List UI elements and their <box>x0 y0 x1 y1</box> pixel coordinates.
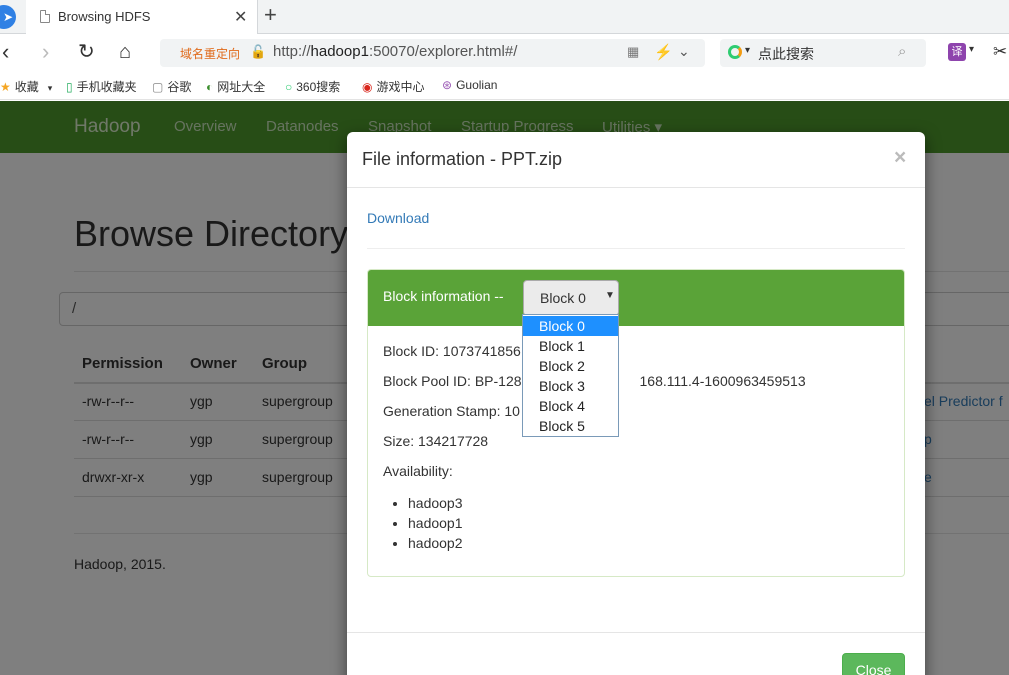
translate-icon[interactable]: 译 <box>948 43 966 61</box>
block-select[interactable]: Block 0 ▼ <box>523 280 619 316</box>
new-tab-icon[interactable]: + <box>264 2 277 28</box>
modal-title: File information - PPT.zip <box>362 149 563 169</box>
forward-icon[interactable]: › <box>42 39 49 65</box>
address-bar: ‹ › ↻ ⌂ 域名重定向 🔓 http://hadoop1:50070/exp… <box>0 34 1009 72</box>
game-icon: ◉ <box>362 80 373 94</box>
browser-logo-icon[interactable]: ➤ <box>0 5 16 29</box>
bookmark-360-search[interactable]: ○ 360搜索 <box>285 78 340 95</box>
block-option[interactable]: Block 3 <box>523 376 618 396</box>
close-tab-icon[interactable]: ✕ <box>234 7 247 27</box>
search-engine-icon: ○ <box>285 80 293 94</box>
dropdown-arrow-icon[interactable]: ▼ <box>605 290 615 301</box>
block-option[interactable]: Block 2 <box>523 356 618 376</box>
engine-dropdown-icon[interactable]: ▾ <box>745 45 750 56</box>
tab-title: Browsing HDFS <box>58 9 151 24</box>
search-input[interactable]: ▾ 点此搜索 ⌕ <box>720 39 926 67</box>
flower-icon: ⊛ <box>442 78 453 92</box>
file-information-modal: File information - PPT.zip × Download Bl… <box>347 132 925 675</box>
search-engine-icon[interactable] <box>728 45 742 59</box>
insecure-lock-icon[interactable]: 🔓 <box>250 44 266 60</box>
bookmark-google[interactable]: ▢ 谷歌 <box>152 78 191 95</box>
block-information-label: Block information -- <box>383 288 504 304</box>
browser-tab-bar: ➤ Browsing HDFS ✕ + <box>0 0 1009 34</box>
panel-header: Block information -- Block 0 ▼ <box>368 270 904 326</box>
block-size: Size: 134217728 <box>383 433 489 449</box>
star-icon: ★ <box>0 80 11 94</box>
bookmark-favorites[interactable]: ★ 收藏 ▾ <box>0 78 52 95</box>
url-field[interactable]: 域名重定向 🔓 http://hadoop1:50070/explorer.ht… <box>160 39 705 67</box>
scissors-icon[interactable]: ✂ <box>993 42 1007 62</box>
globe-icon: ◐ <box>206 80 214 94</box>
lightning-icon[interactable]: ⚡ <box>654 43 673 61</box>
block-information-panel: Block information -- Block 0 ▼ Block ID:… <box>367 269 905 577</box>
page-icon: ▢ <box>152 80 164 94</box>
divider <box>367 248 905 249</box>
availability-label: Availability: <box>383 463 453 479</box>
bookmark-guolian[interactable]: ⊛ Guolian <box>442 78 497 92</box>
chevron-down-icon[interactable]: ⌄ <box>678 43 690 60</box>
list-item: hadoop3 <box>408 493 463 513</box>
redirect-label[interactable]: 域名重定向 <box>180 45 240 62</box>
search-placeholder: 点此搜索 <box>758 46 814 62</box>
translate-dropdown-icon[interactable]: ▾ <box>969 44 974 55</box>
search-icon[interactable]: ⌕ <box>898 43 906 60</box>
home-icon[interactable]: ⌂ <box>119 39 131 65</box>
block-id: Block ID: 1073741856 <box>383 343 521 359</box>
download-link[interactable]: Download <box>367 210 429 226</box>
modal-footer-divider <box>347 632 925 633</box>
bookmarks-bar: ★ 收藏 ▾ ▯ 手机收藏夹 ▢ 谷歌 ◐ 网址大全 ○ 360搜索 ◉ 游戏中心 ⊛ Guol… <box>0 72 1009 100</box>
block-option[interactable]: Block 1 <box>523 336 618 356</box>
phone-icon: ▯ <box>66 80 73 94</box>
modal-header-divider <box>347 187 925 188</box>
list-item: hadoop2 <box>408 533 463 553</box>
qr-code-icon[interactable]: ▦ <box>627 44 639 60</box>
block-dropdown-list: Block 0 Block 1 Block 2 Block 3 Block 4 … <box>522 314 619 437</box>
host-list: hadoop3 hadoop1 hadoop2 <box>408 493 463 553</box>
back-icon[interactable]: ‹ <box>2 39 9 65</box>
list-item: hadoop1 <box>408 513 463 533</box>
block-option[interactable]: Block 0 <box>523 316 618 336</box>
block-select-value: Block 0 <box>540 290 586 306</box>
generation-stamp: Generation Stamp: 10 <box>383 403 520 419</box>
block-option[interactable]: Block 5 <box>523 416 618 436</box>
block-option[interactable]: Block 4 <box>523 396 618 416</box>
bookmark-site-directory[interactable]: ◐ 网址大全 <box>206 78 265 95</box>
bookmark-game-center[interactable]: ◉ 游戏中心 <box>362 78 425 95</box>
close-icon[interactable]: × <box>894 146 906 170</box>
bookmark-mobile[interactable]: ▯ 手机收藏夹 <box>66 78 137 95</box>
url-text[interactable]: http://hadoop1:50070/explorer.html#/ <box>273 43 517 60</box>
page-icon <box>40 10 50 23</box>
close-button[interactable]: Close <box>842 653 905 675</box>
reload-icon[interactable]: ↻ <box>78 39 95 65</box>
tab-browsing-hdfs[interactable]: Browsing HDFS ✕ <box>26 0 258 34</box>
